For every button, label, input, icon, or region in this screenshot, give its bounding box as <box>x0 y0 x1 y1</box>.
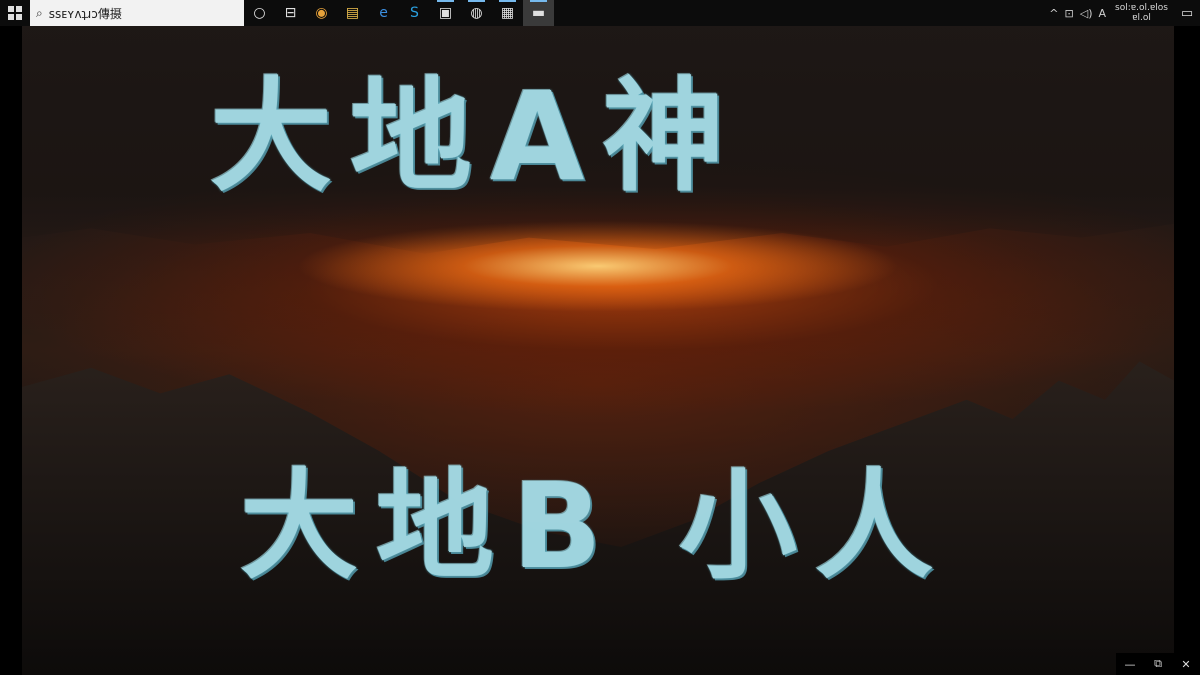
media-taskbar-button[interactable]: ◍ <box>461 0 492 26</box>
painted-caption-line-1: 大地A神 <box>210 66 743 208</box>
task-view-icon: ○ <box>253 5 266 21</box>
close-button[interactable]: ✕ <box>1172 653 1200 675</box>
clock-date: ɐl.ol <box>1132 13 1151 23</box>
multitask-button[interactable]: ⊟ <box>275 0 306 26</box>
clock[interactable]: sol:ɐ.ol.ɐlos ɐl.ol <box>1109 3 1174 23</box>
search-icon: ⌕ <box>36 5 43 20</box>
taskbar: ⌕ ssᴇʏʌʇɹɔ傳摄 ○ ⊟ ◉ ▤ e S ▣ ◍ ▦ ▬ ^ ⊡ ◁) … <box>0 0 1200 26</box>
photos-icon: ▣ <box>438 5 453 21</box>
input-language-icon[interactable]: A <box>1096 7 1110 20</box>
notification-icon: ▭ <box>1180 5 1194 21</box>
media-icon: ◍ <box>470 5 483 21</box>
notification-center-button[interactable]: ▭ <box>1174 0 1200 26</box>
folder-icon: ▤ <box>345 5 360 21</box>
volume-icon[interactable]: ◁) <box>1077 7 1096 20</box>
window-controls: — ⧉ ✕ <box>1116 653 1200 675</box>
photos-taskbar-button[interactable]: ▣ <box>430 0 461 26</box>
chrome-taskbar-button[interactable]: ◉ <box>306 0 337 26</box>
taskbar-search-input[interactable]: ⌕ ssᴇʏʌʇɹɔ傳摄 <box>30 0 244 26</box>
network-icon[interactable]: ⊡ <box>1062 7 1077 20</box>
system-tray: ^ ⊡ ◁) A sol:ɐ.ol.ɐlos ɐl.ol ▭ <box>1046 0 1200 26</box>
multitask-icon: ⊟ <box>284 5 297 21</box>
restore-button[interactable]: ⧉ <box>1144 653 1172 675</box>
chrome-icon: ◉ <box>315 5 328 21</box>
video-player-icon: ▬ <box>531 5 546 21</box>
file-explorer-taskbar-button[interactable]: ▤ <box>337 0 368 26</box>
painted-caption-line-2: 大地B 小人 <box>240 457 952 595</box>
skype-icon: S <box>410 5 419 21</box>
task-view-button[interactable]: ○ <box>244 0 275 26</box>
skype-taskbar-button[interactable]: S <box>399 0 430 26</box>
start-button[interactable] <box>0 0 30 26</box>
windows-logo-icon <box>8 6 22 20</box>
tray-chevron-icon[interactable]: ^ <box>1046 7 1061 20</box>
minimize-button[interactable]: — <box>1116 653 1144 675</box>
video-player-taskbar-button[interactable]: ▬ <box>523 0 554 26</box>
notes-taskbar-button[interactable]: ▦ <box>492 0 523 26</box>
clock-time: sol:ɐ.ol.ɐlos <box>1115 3 1168 13</box>
search-text: ssᴇʏʌʇɹɔ傳摄 <box>48 6 122 21</box>
notes-icon: ▦ <box>500 5 515 21</box>
edge-icon: e <box>379 5 388 21</box>
edge-taskbar-button[interactable]: e <box>368 0 399 26</box>
